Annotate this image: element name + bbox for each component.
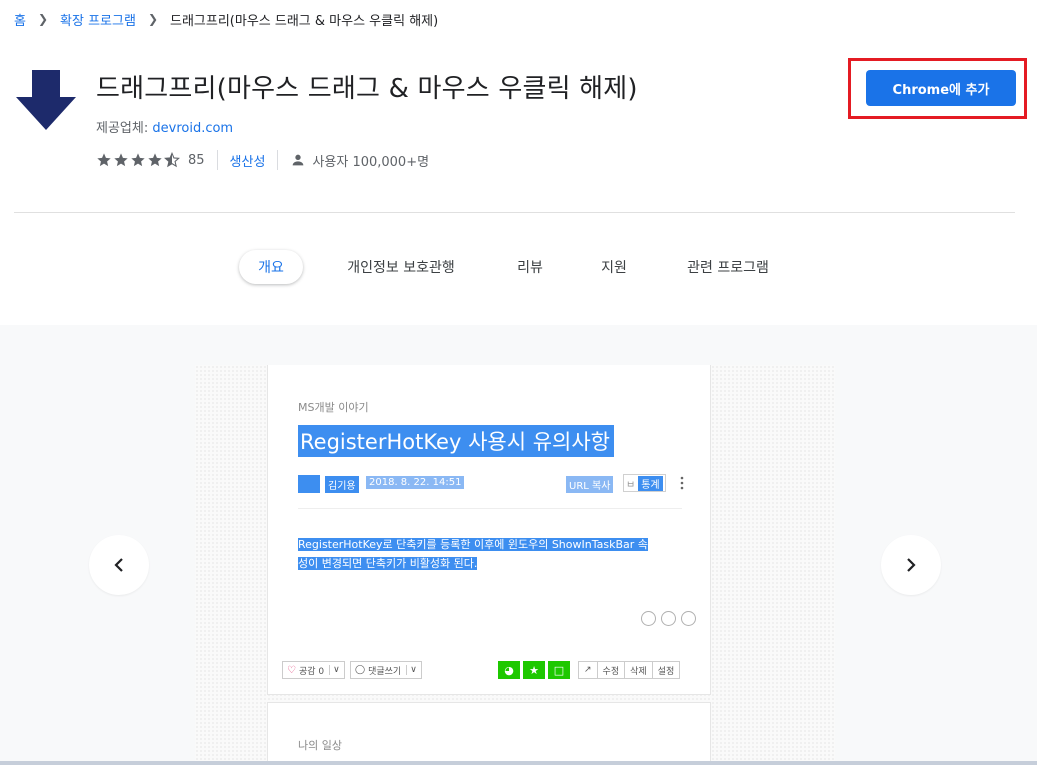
chevron-right-icon: ❯ [37, 12, 49, 26]
tab-bar: 개요 개인정보 보호관행 리뷰 지원 관련 프로그램 [0, 250, 1037, 286]
chevron-left-icon [114, 558, 123, 572]
more-vert-icon [680, 476, 684, 490]
edit-button: 수정 [596, 661, 626, 679]
chevron-down-icon: ∨ [406, 665, 417, 675]
extension-title: 드래그프리(마우스 드래그 & 마우스 우클릭 해제) [96, 74, 638, 104]
settings-button: 설정 [651, 661, 681, 679]
arrow-down-icon [16, 70, 76, 130]
blog-post-card: MS개발 이야기 RegisterHotKey 사용시 유의사항 김기용 201… [267, 365, 711, 695]
star-icon [148, 153, 162, 167]
divider [216, 150, 218, 170]
chevron-right-icon: ❯ [147, 12, 158, 26]
post-date: 2018. 8. 22. 14:51 [366, 476, 465, 489]
provider-label: 제공업체: [96, 121, 149, 136]
category-link[interactable]: 생산성 [230, 151, 266, 170]
chevron-right-icon [907, 558, 916, 572]
stats-button: ㅂ 통계 [623, 474, 666, 492]
like-button: ♡ 공감 0 ∨ [282, 661, 345, 679]
bowl-icon: ◕ [498, 661, 520, 679]
heart-icon: ♡ [287, 664, 296, 676]
url-copy-button: URL 복사 [566, 476, 614, 493]
chevron-down-icon: ∨ [329, 665, 340, 675]
post-category: MS개발 이야기 [298, 401, 369, 414]
divider [277, 150, 279, 170]
breadcrumb: 홈 ❯ 확장 프로그램 ❯ 드래그프리(마우스 드래그 & 마우스 우클릭 해제… [14, 9, 438, 29]
screenshot-gallery: MS개발 이야기 RegisterHotKey 사용시 유의사항 김기용 201… [0, 325, 1037, 765]
breadcrumb-current: 드래그프리(마우스 드래그 & 마우스 우클릭 해제) [170, 13, 439, 29]
delete-button: 삭제 [624, 661, 653, 679]
post-title: RegisterHotKey 사용시 유의사항 [298, 425, 614, 457]
rating-stars[interactable]: 85 [96, 152, 205, 168]
user-count: 사용자 100,000+명 [290, 151, 429, 170]
provider-link[interactable]: devroid.com [152, 121, 233, 136]
tab-overview[interactable]: 개요 [239, 250, 303, 284]
post-body-line: RegisterHotKey로 단축키를 등록한 이후에 윈도우의 ShowIn… [298, 538, 648, 551]
star-icon: ★ [523, 661, 545, 679]
comment-icon: ◯ [355, 665, 366, 675]
page: 홈 ❯ 확장 프로그램 ❯ 드래그프리(마우스 드래그 & 마우스 우클릭 해제… [0, 0, 1037, 765]
like-label: 공감 0 [298, 666, 325, 677]
post-body-line: 성이 변경되면 단축키가 비활성화 된다. [298, 557, 478, 570]
tab-related[interactable]: 관련 프로그램 [678, 250, 778, 284]
breadcrumb-category-link[interactable]: 확장 프로그램 [60, 10, 136, 29]
stats-label: 통계 [638, 475, 663, 491]
post-author: 김기용 [325, 476, 359, 493]
user-count-text: 사용자 100,000+명 [312, 154, 430, 170]
add-to-chrome-button[interactable]: Chrome에 추가 [866, 70, 1016, 106]
star-icon [114, 153, 128, 167]
share-out-icon: ↗ [578, 661, 598, 679]
next-screenshot-button[interactable] [881, 535, 941, 595]
screenshot-image: MS개발 이야기 RegisterHotKey 사용시 유의사항 김기용 201… [195, 365, 835, 765]
star-half-icon [164, 152, 180, 168]
share-icons [636, 611, 696, 626]
previous-screenshot-button[interactable] [89, 535, 149, 595]
post-actions: ♡ 공감 0 ∨ ◯ 댓글쓰기 ∨ ◕ ★ □ ↗ 수정 삭제 설정 [282, 661, 698, 681]
blog-post-card: 나의 일상 [267, 702, 711, 765]
post-author-row: 김기용 2018. 8. 22. 14:51 URL 복사 ㅂ 통계 [298, 473, 686, 493]
person-icon [293, 154, 304, 166]
share-icon [641, 611, 656, 626]
post-divider [298, 508, 682, 509]
post-category: 나의 일상 [298, 739, 342, 752]
tab-support[interactable]: 지원 [592, 250, 636, 284]
rating-count[interactable]: 85 [188, 153, 205, 168]
comment-label: 댓글쓰기 [368, 666, 402, 677]
avatar [298, 475, 320, 493]
breadcrumb-home-link[interactable]: 홈 [14, 10, 26, 29]
post-body: RegisterHotKey로 단축키를 등록한 이후에 윈도우의 ShowIn… [298, 535, 686, 573]
stats-prefix: ㅂ [626, 479, 636, 491]
extension-meta: 85 생산성 사용자 100,000+명 [96, 150, 429, 170]
header-divider [14, 212, 1015, 213]
tab-privacy[interactable]: 개인정보 보호관행 [338, 250, 464, 284]
provider: 제공업체: devroid.com [96, 117, 233, 136]
naver-share-buttons: ◕ ★ □ [498, 661, 573, 679]
share-icon [661, 611, 676, 626]
share-icon [681, 611, 696, 626]
post-admin-buttons: ↗ 수정 삭제 설정 [578, 661, 681, 679]
tab-reviews[interactable]: 리뷰 [508, 250, 552, 284]
taskbar-edge [0, 761, 1037, 765]
comment-button: ◯ 댓글쓰기 ∨ [350, 661, 422, 679]
square-icon: □ [548, 661, 570, 679]
star-icon [97, 153, 111, 167]
star-icon [131, 153, 145, 167]
